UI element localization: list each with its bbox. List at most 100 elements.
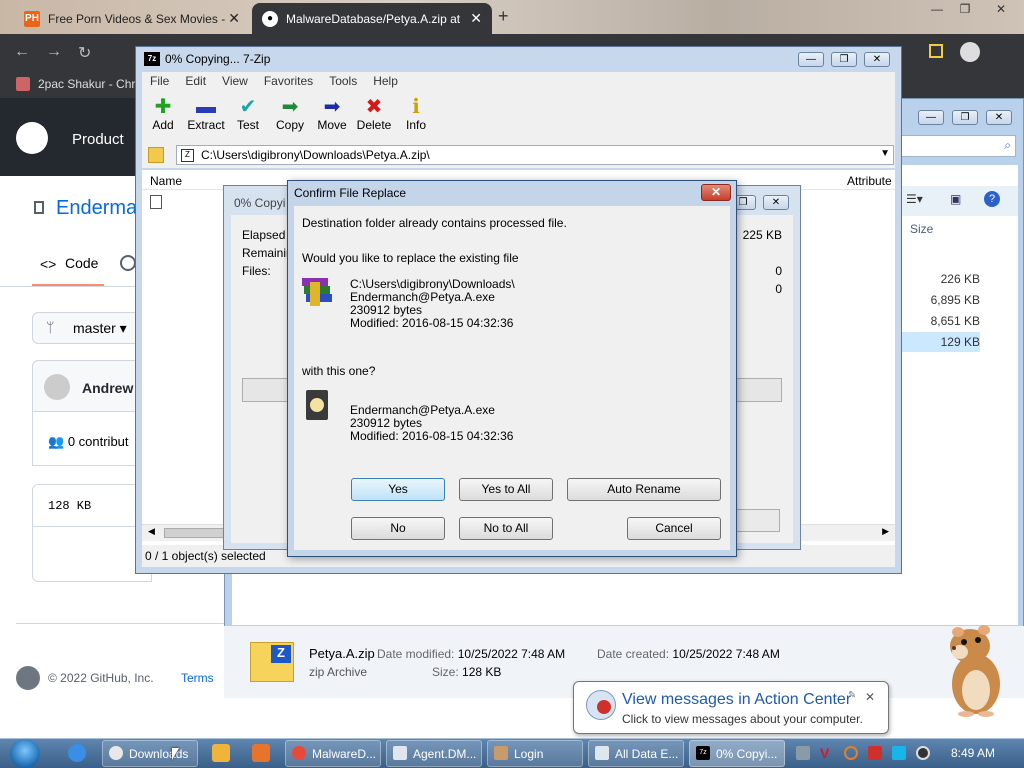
bookmark-item[interactable]: 2pac Shakur - Chro	[38, 77, 142, 91]
help-icon[interactable]: ?	[984, 191, 1000, 207]
folder-up-icon[interactable]	[148, 147, 164, 163]
minimize-icon[interactable]: —	[926, 2, 948, 18]
maximize-icon[interactable]: ❐	[952, 110, 978, 125]
minimize-icon[interactable]: —	[918, 110, 944, 125]
commit-author[interactable]: Andrew	[82, 380, 133, 396]
action-center-flag-icon[interactable]	[868, 746, 882, 760]
taskbar-task[interactable]: Login	[487, 740, 583, 767]
new-tab-button[interactable]: +	[498, 6, 509, 27]
close-icon[interactable]: ✕	[228, 10, 240, 27]
back-icon[interactable]: ←	[14, 43, 30, 61]
close-icon[interactable]: ✕	[470, 10, 482, 27]
notification-title[interactable]: View messages in Action Center	[622, 691, 851, 709]
people-icon: 👥	[48, 434, 65, 449]
toolbar-button-label: Copy	[275, 118, 304, 132]
menu-tools[interactable]: Tools	[321, 72, 365, 90]
no-button[interactable]: No	[351, 517, 445, 540]
menu-help[interactable]: Help	[365, 72, 406, 90]
internet-explorer-icon[interactable]	[68, 744, 86, 762]
github-logo-icon[interactable]	[16, 666, 40, 690]
github-logo-icon[interactable]	[16, 122, 48, 154]
issues-icon[interactable]	[120, 255, 136, 271]
preview-pane-icon[interactable]: ▣	[950, 192, 961, 206]
toolbar-test-button[interactable]: ✔ Test	[226, 96, 270, 132]
terms-link[interactable]: Terms	[181, 671, 214, 685]
clock[interactable]: 8:49 AM	[951, 746, 995, 760]
no-to-all-button[interactable]: No to All	[459, 517, 553, 540]
menu-file[interactable]: File	[142, 72, 177, 90]
bookmark-icon	[16, 77, 30, 91]
taskbar-task[interactable]: Downloads	[102, 740, 198, 767]
maximize-icon[interactable]: ❐	[954, 2, 976, 18]
taskbar-task[interactable]: All Data E...	[588, 740, 684, 767]
avatar[interactable]	[44, 374, 70, 400]
toolbar-add-button[interactable]: ✚ Add	[141, 96, 185, 132]
auto-rename-button[interactable]: Auto Rename	[567, 478, 721, 501]
browser-tab[interactable]: PH Free Porn Videos & Sex Movies - ✕	[14, 3, 250, 34]
chrome-icon	[109, 746, 123, 760]
window-icon	[595, 746, 609, 760]
browser-tab-active[interactable]: ● MalwareDatabase/Petya.A.zip at ✕	[252, 3, 492, 34]
app-icon[interactable]	[252, 744, 270, 762]
taskbar-task[interactable]: Agent.DM...	[386, 740, 482, 767]
divider	[0, 286, 140, 287]
search-input[interactable]: ⌕	[900, 135, 1016, 157]
toolbar-copy-button[interactable]: ➡ Copy	[268, 96, 312, 132]
path-input[interactable]: Z C:\Users\digibrony\Downloads\Petya.A.z…	[176, 145, 894, 165]
scroll-right-icon[interactable]: ▶	[882, 526, 889, 537]
dialog-title: Confirm File Replace	[294, 186, 407, 200]
reload-icon[interactable]: ↻	[78, 43, 91, 63]
toolbar-info-button[interactable]: ℹ Info	[394, 96, 438, 132]
menu-edit[interactable]: Edit	[177, 72, 214, 90]
profile-icon[interactable]	[960, 42, 980, 62]
incoming-modified: Modified: 2016-08-15 04:32:36	[350, 429, 514, 443]
notification-subtitle: Click to view messages about your comput…	[622, 712, 863, 726]
yes-to-all-button[interactable]: Yes to All	[459, 478, 553, 501]
menu-favorites[interactable]: Favorites	[256, 72, 321, 90]
product-menu[interactable]: Product	[72, 131, 124, 148]
contributors-link[interactable]: 👥 0 contribut	[48, 434, 129, 450]
search-tray-icon[interactable]	[844, 746, 858, 760]
column-header-attributes[interactable]: Attribute	[847, 174, 892, 188]
file-size: 8,651 KB	[930, 314, 980, 328]
cancel-button[interactable]: Cancel	[627, 517, 721, 540]
close-icon[interactable]: ✕	[990, 2, 1012, 18]
column-header-name[interactable]: Name	[150, 174, 182, 188]
maximize-icon[interactable]: ❐	[831, 52, 857, 67]
file-icon[interactable]	[150, 195, 162, 209]
start-button[interactable]	[10, 739, 40, 768]
repo-name-link[interactable]: Enderma	[56, 197, 137, 220]
close-icon[interactable]: ✕	[986, 110, 1012, 125]
scroll-left-icon[interactable]: ◀	[148, 526, 155, 537]
network-icon[interactable]	[892, 746, 906, 760]
toolbar-extract-button[interactable]: ▬ Extract	[184, 96, 228, 132]
pin-icon[interactable]: ✎	[848, 690, 856, 701]
forward-icon[interactable]: →	[46, 43, 62, 61]
scrollbar-thumb[interactable]	[164, 528, 224, 538]
chevron-down-icon[interactable]: ▼	[880, 148, 890, 159]
toolbar-button-label: Add	[152, 118, 174, 132]
extension-icon[interactable]	[929, 44, 943, 58]
hamster-mascot-icon	[950, 625, 1000, 717]
antivirus-icon[interactable]: V	[820, 746, 834, 760]
close-button[interactable]: ✕	[701, 184, 731, 201]
yes-button[interactable]: Yes	[351, 478, 445, 501]
close-icon[interactable]: ✕	[864, 52, 890, 67]
taskbar-task-active[interactable]: 7z 0% Copyi...	[689, 740, 785, 767]
volume-icon[interactable]	[916, 746, 930, 760]
size-column-header[interactable]: Size	[910, 222, 933, 236]
tab-code[interactable]: Code	[65, 255, 98, 271]
github-icon: ●	[262, 10, 278, 27]
media-player-icon[interactable]	[212, 744, 230, 762]
toolbar-move-button[interactable]: ➡ Move	[310, 96, 354, 132]
tray-app-icon[interactable]	[796, 746, 810, 760]
menu-view[interactable]: View	[214, 72, 256, 90]
minimize-icon[interactable]: —	[798, 52, 824, 67]
toolbar-button-label: Test	[236, 118, 259, 132]
taskbar-task[interactable]: MalwareD...	[285, 740, 381, 767]
close-icon[interactable]: ✕	[865, 690, 875, 704]
toolbar-delete-button[interactable]: ✖ Delete	[352, 96, 396, 132]
close-icon[interactable]: ✕	[763, 195, 789, 210]
view-options-icon[interactable]: ☰▾	[906, 192, 923, 206]
menu-bar: File Edit View Favorites Tools Help	[142, 72, 895, 90]
